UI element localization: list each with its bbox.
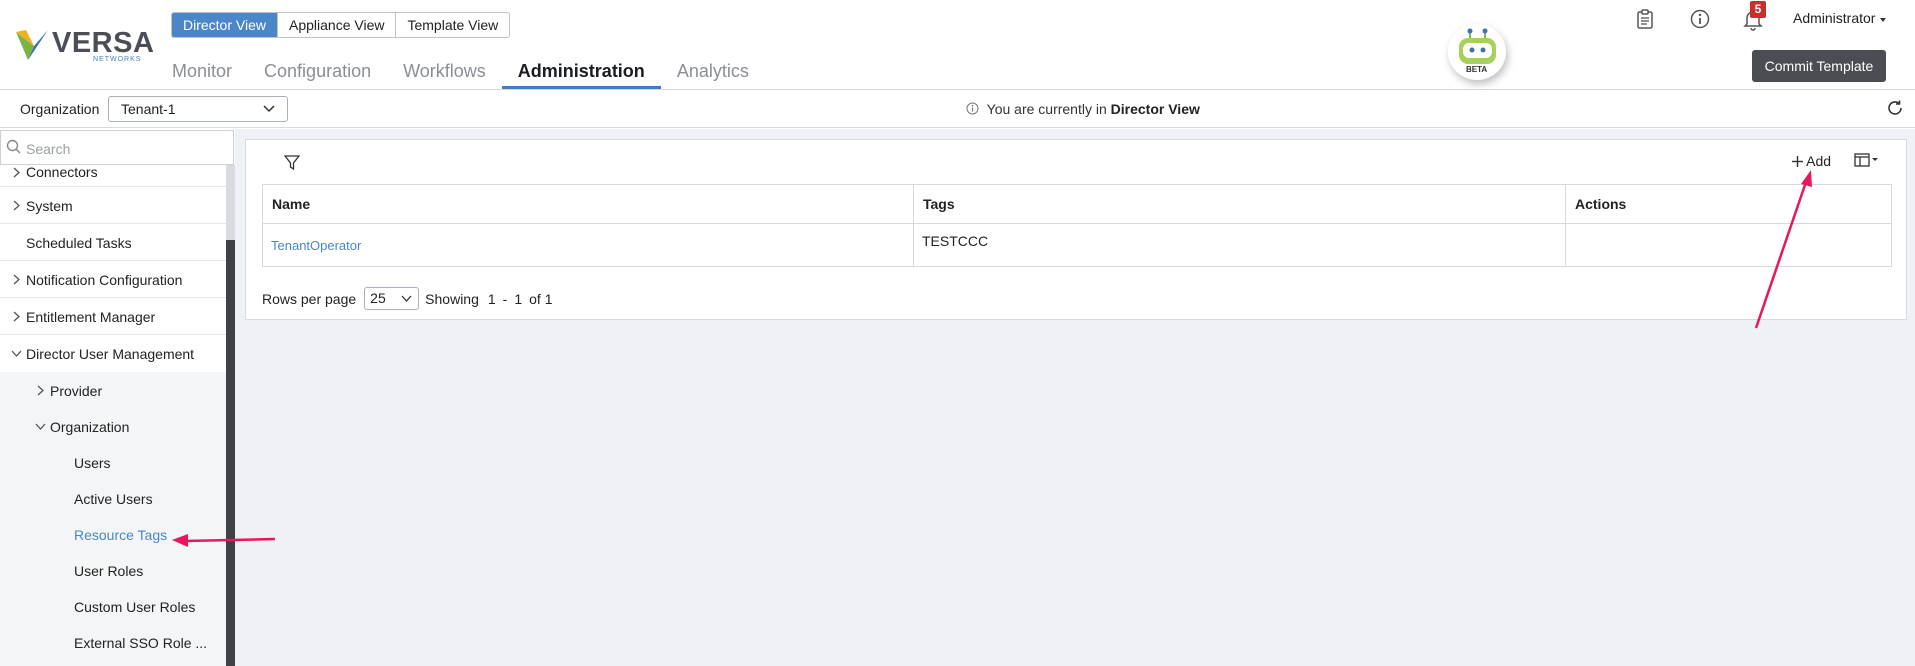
organization-label: Organization	[20, 101, 100, 117]
info-circle-icon	[966, 102, 979, 115]
showing-label: Showing	[425, 290, 479, 307]
row-tags-cell: TESTCCC	[913, 223, 1566, 267]
sidebar-item-custom-user-roles[interactable]: Custom User Roles	[0, 588, 226, 624]
filter-icon[interactable]	[283, 155, 301, 176]
nav-monitor[interactable]: Monitor	[172, 56, 232, 89]
chevron-right-icon	[37, 385, 44, 396]
chevron-down-icon	[11, 350, 22, 357]
chevron-down-icon	[35, 423, 46, 430]
sidebar-item-director-user-management[interactable]: Director User Management	[0, 335, 226, 372]
sidebar-scrollbar-thumb[interactable]	[226, 165, 235, 240]
nav-analytics[interactable]: Analytics	[677, 56, 749, 89]
column-header-name[interactable]: Name	[262, 184, 914, 224]
content-area: Add Name Tags Actions TenantOperator TES…	[235, 129, 1915, 666]
showing-of: of 1	[529, 290, 553, 307]
brand-sub: NETWORKS	[93, 56, 142, 63]
main-nav: Monitor Configuration Workflows Administ…	[172, 56, 781, 89]
beta-badge: BETA	[1466, 65, 1488, 74]
sidebar-item-entitlement-manager[interactable]: Entitlement Manager	[0, 298, 226, 335]
sidebar-scrollbar-track	[226, 240, 235, 666]
user-label: Administrator	[1793, 10, 1876, 26]
sidebar-item-scheduled-tasks[interactable]: Scheduled Tasks	[0, 224, 226, 261]
versa-logo[interactable]: VERSA NETWORKS	[14, 24, 154, 64]
chevron-down-icon	[401, 295, 412, 302]
notification-count-badge: 5	[1750, 1, 1766, 18]
assistant-bot-button[interactable]: BETA	[1448, 24, 1506, 80]
view-info-prefix: You are currently in	[986, 101, 1107, 117]
pagination: Rows per page 25 Showing 1 - 1 of 1	[262, 287, 553, 310]
caret-down-icon	[1880, 18, 1887, 22]
nav-workflows[interactable]: Workflows	[403, 56, 486, 89]
organization-value: Tenant-1	[121, 101, 176, 117]
rows-per-page-select[interactable]: 25	[364, 287, 420, 310]
rows-per-page-label: Rows per page	[262, 290, 357, 307]
nav-administration[interactable]: Administration	[501, 56, 661, 89]
search-icon	[6, 139, 21, 154]
sidebar-item-notification-configuration[interactable]: Notification Configuration	[0, 261, 226, 298]
chevron-right-icon	[13, 200, 20, 211]
chevron-down-icon	[263, 105, 275, 113]
sidebar-item-user-roles[interactable]: User Roles	[0, 552, 226, 588]
sidebar-item-provider[interactable]: Provider	[0, 372, 226, 408]
director-view-button[interactable]: Director View	[172, 13, 278, 37]
organization-select[interactable]: Tenant-1	[108, 96, 288, 122]
plus-icon	[1792, 156, 1803, 167]
sidebar-item-connectors[interactable]: Connectors	[0, 159, 226, 187]
table-header-row: Name Tags Actions	[262, 184, 1892, 224]
row-actions-cell	[1565, 223, 1892, 267]
organization-bar: Organization Tenant-1 You are currently …	[0, 90, 1915, 128]
sidebar: Search Connectors System Scheduled Tasks…	[0, 129, 235, 666]
chevron-right-icon	[13, 311, 20, 322]
sidebar-item-resource-tags[interactable]: Resource Tags	[0, 516, 226, 552]
nav-configuration[interactable]: Configuration	[264, 56, 371, 89]
table-row: TenantOperator TESTCCC	[262, 223, 1892, 267]
showing-to: 1	[514, 290, 523, 307]
view-info-current: Director View	[1110, 101, 1200, 117]
view-switch: Director View Appliance View Template Vi…	[171, 12, 511, 38]
bell-icon[interactable]: 5	[1740, 1, 1766, 32]
add-label: Add	[1806, 153, 1832, 169]
chevron-right-icon	[13, 167, 20, 178]
template-view-button[interactable]: Template View	[396, 13, 509, 37]
appliance-view-button[interactable]: Appliance View	[278, 13, 397, 37]
row-name-link[interactable]: TenantOperator	[271, 238, 361, 253]
columns-icon	[1854, 153, 1878, 167]
view-info: You are currently in Director View	[966, 101, 1200, 117]
search-placeholder: Search	[26, 141, 71, 157]
chevron-right-icon	[13, 274, 20, 285]
versa-logo-mark	[16, 30, 48, 60]
resource-tags-card: Add Name Tags Actions TenantOperator TES…	[245, 139, 1907, 320]
top-bar: VERSA NETWORKS Director View Appliance V…	[0, 0, 1915, 90]
refresh-icon[interactable]	[1886, 99, 1904, 122]
column-header-tags[interactable]: Tags	[913, 184, 1566, 224]
user-menu[interactable]: Administrator	[1793, 10, 1887, 26]
clipboard-icon[interactable]	[1632, 6, 1658, 32]
row-name-cell: TenantOperator	[262, 223, 914, 267]
info-icon[interactable]	[1687, 6, 1713, 32]
resource-tags-table: Name Tags Actions TenantOperator TESTCCC	[262, 184, 1892, 267]
column-toggle-button[interactable]	[1854, 153, 1880, 172]
sidebar-item-system[interactable]: System	[0, 187, 226, 224]
sidebar-item-users[interactable]: Users	[0, 444, 226, 480]
sidebar-item-active-users[interactable]: Active Users	[0, 480, 226, 516]
commit-template-button[interactable]: Commit Template	[1752, 50, 1886, 82]
add-button[interactable]: Add	[1792, 153, 1831, 169]
sidebar-item-external-sso-role[interactable]: External SSO Role ...	[0, 624, 226, 666]
rows-per-page-value: 25	[370, 290, 386, 306]
showing-from: 1	[487, 290, 496, 307]
column-header-actions: Actions	[1565, 184, 1892, 224]
showing-sep: -	[502, 290, 508, 307]
sidebar-item-organization[interactable]: Organization	[0, 408, 226, 444]
